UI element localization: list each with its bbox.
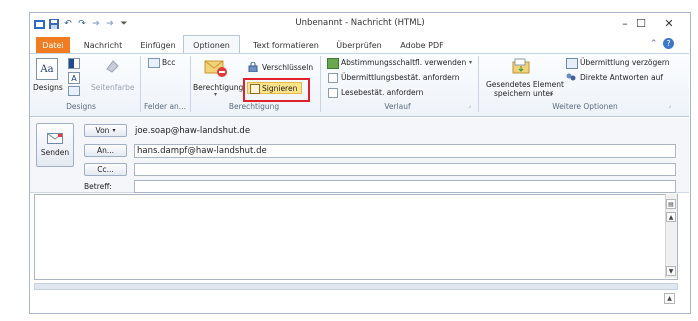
read-receipt-label: Lesebestät. anfordern xyxy=(341,88,424,97)
sign-icon xyxy=(250,84,260,94)
send-button[interactable]: Senden xyxy=(36,123,74,167)
bcc-icon xyxy=(148,58,160,68)
tab-optionen[interactable]: Optionen xyxy=(183,35,240,55)
close-button[interactable]: ✕ xyxy=(652,13,686,33)
people-pane-bar xyxy=(34,283,678,290)
cc-field[interactable] xyxy=(134,163,676,176)
designs-button[interactable]: Designs xyxy=(33,83,63,92)
from-label: Von xyxy=(95,126,110,135)
group-label-berechtigung: Berechtigung xyxy=(228,102,280,111)
voting-icon xyxy=(327,58,339,69)
up-arrow-icon[interactable]: ➔ xyxy=(90,18,102,30)
subject-field[interactable] xyxy=(134,180,676,193)
page-color-icon[interactable] xyxy=(104,58,120,74)
encrypt-button[interactable]: Verschlüsseln xyxy=(262,63,313,72)
group-separator xyxy=(478,56,479,112)
ruler-toggle-icon[interactable]: ▤ xyxy=(666,199,676,209)
colors-icon[interactable] xyxy=(68,58,80,69)
to-button[interactable]: An... xyxy=(84,144,127,157)
subject-label: Betreff: xyxy=(84,182,112,191)
sign-label: Signieren xyxy=(262,84,298,93)
help-icon[interactable]: ? xyxy=(663,38,674,49)
outlook-app-icon[interactable] xyxy=(33,18,45,30)
permission-button[interactable]: Berechtigung xyxy=(193,83,243,92)
read-receipt-checkbox[interactable] xyxy=(328,88,338,98)
scroll-down-button[interactable]: ▼ xyxy=(666,266,676,276)
down-arrow-icon[interactable]: ➔ xyxy=(104,18,116,30)
save-icon[interactable] xyxy=(48,18,60,30)
group-label-weitere-optionen: Weitere Optionen xyxy=(552,102,618,111)
group-label-felder: Felder an... xyxy=(144,102,186,111)
direct-replies-button[interactable]: Direkte Antworten auf xyxy=(580,73,663,82)
save-sent-item-button[interactable]: Gesendetes Element xyxy=(486,80,564,89)
customize-toolbar-icon[interactable]: ⏷ xyxy=(118,18,130,30)
message-body-editor[interactable] xyxy=(34,194,678,280)
direct-replies-icon xyxy=(566,73,576,82)
people-pane-expand-button[interactable]: ▲ xyxy=(664,293,675,304)
delay-delivery-icon xyxy=(566,58,578,69)
redo-icon[interactable]: ↷ xyxy=(76,18,88,30)
delivery-receipt-label: Übermittlungsbestät. anfordern xyxy=(341,73,460,82)
from-button[interactable]: Von ▾ xyxy=(84,124,127,137)
send-icon xyxy=(47,133,63,144)
save-sent-item-button-line2[interactable]: speichern unter xyxy=(494,89,553,98)
send-label: Senden xyxy=(40,148,70,157)
tab-ueberpruefen[interactable]: Überprüfen xyxy=(333,37,385,53)
to-field[interactable]: hans.dampf@haw-landshut.de xyxy=(134,144,676,158)
cc-button[interactable]: Cc... xyxy=(84,163,127,176)
tab-datei[interactable]: Datei xyxy=(36,37,70,53)
voting-dropdown-icon[interactable]: ▾ xyxy=(469,59,472,66)
save-sent-dropdown-icon[interactable]: ▾ xyxy=(550,91,553,98)
tab-nachricht[interactable]: Nachricht xyxy=(80,37,126,53)
tab-adobe-pdf[interactable]: Adobe PDF xyxy=(398,37,446,53)
voting-buttons[interactable]: Abstimmungsschaltfl. verwenden xyxy=(341,58,466,67)
fonts-icon[interactable]: A xyxy=(68,72,80,84)
delivery-receipt-checkbox[interactable] xyxy=(328,73,338,83)
page-color-button[interactable]: Seitenfarbe xyxy=(91,83,134,92)
save-sent-item-icon[interactable] xyxy=(512,58,530,74)
from-value[interactable]: joe.soap@haw-landshut.de xyxy=(135,126,250,136)
bcc-button[interactable]: Bcc xyxy=(162,58,175,67)
lock-icon xyxy=(248,61,258,73)
delay-delivery-button[interactable]: Übermittlung verzögern xyxy=(580,58,670,67)
from-dropdown-icon: ▾ xyxy=(112,127,116,134)
tab-text-formatieren[interactable]: Text formatieren xyxy=(250,37,322,53)
group-separator xyxy=(190,56,191,112)
group-label-designs: Designs xyxy=(66,102,96,111)
effects-icon[interactable] xyxy=(68,86,80,96)
scroll-up-button[interactable]: ▲ xyxy=(666,212,676,222)
designs-icon[interactable]: Aa xyxy=(36,58,58,80)
window-title: Unbenannt - Nachricht (HTML) xyxy=(295,18,425,28)
collapse-ribbon-icon[interactable]: ⌃ xyxy=(650,39,658,49)
permission-icon[interactable] xyxy=(204,58,228,78)
verlauf-dialog-launcher-icon[interactable]: ⌟ xyxy=(468,102,471,109)
tab-einfuegen[interactable]: Einfügen xyxy=(136,37,180,53)
undo-icon[interactable]: ↶ xyxy=(62,18,74,30)
group-label-verlauf: Verlauf xyxy=(384,102,411,111)
permission-dropdown-icon[interactable]: ▾ xyxy=(214,91,217,98)
weitere-dialog-launcher-icon[interactable]: ⌟ xyxy=(668,102,671,109)
